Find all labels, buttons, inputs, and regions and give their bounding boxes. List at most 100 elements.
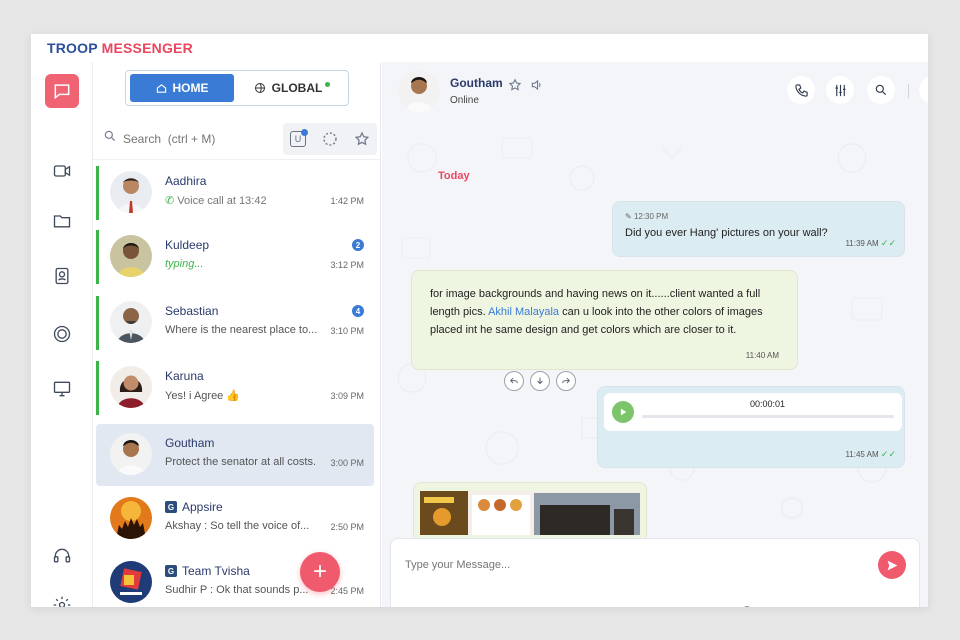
globe-icon [254,83,265,93]
tab-home[interactable]: HOME [130,74,234,102]
edited-time: 12:30 PM [633,212,669,221]
date-divider: Today [438,170,470,182]
dashed-circle-icon [323,132,337,146]
star-icon [354,131,370,146]
call-button[interactable] [787,76,815,104]
chat-row-appsire[interactable]: G Appsire Akshay : So tell the voice of..… [96,488,374,550]
chat-time: 3:10 PM [330,326,364,336]
chat-time: 3:00 PM [330,458,364,468]
chat-name: G Team Tvisha [165,564,250,578]
group-icon: G [165,565,177,577]
chat-row-kuldeep[interactable]: Kuldeep typing... 2 3:12 PM [96,226,374,288]
video-message-button[interactable] [854,603,874,607]
reply-button[interactable] [504,371,524,391]
unread-filter-button[interactable]: U [289,129,308,148]
bold-icon: B [496,605,505,607]
message-time: 11:45 AM ✓✓ [845,449,896,460]
tab-global[interactable]: GLOBAL [242,74,342,102]
split-button[interactable] [804,603,824,607]
avatar [110,433,152,475]
brand-logo: TROOP MESSENGER [47,40,193,56]
send-button[interactable] [878,551,906,579]
chat-time: 1:42 PM [330,196,364,206]
contact-name: Goutham [450,76,503,90]
download-button[interactable] [530,371,550,391]
image-message-bubble[interactable] [413,482,647,542]
reply-icon [509,377,518,384]
plus-icon: + [312,558,327,585]
avatar [110,497,152,539]
contact-avatar[interactable] [398,70,440,112]
chat-preview-text: Voice call at 13:42 [177,195,267,207]
message-bubble-outgoing[interactable]: ✎ 12:30 PM Did you ever Hang' pictures o… [612,201,905,257]
chat-name: Kuldeep [165,238,210,252]
chat-icon[interactable] [45,74,79,108]
chat-name: Sebastian [165,304,219,318]
forward-button[interactable] [556,371,576,391]
headset-icon[interactable] [45,539,79,573]
mic-button[interactable] [882,603,902,607]
unread-count-badge: 2 [352,239,364,251]
target-icon [744,606,750,607]
underline-button[interactable]: U [537,603,557,608]
folder-icon[interactable] [45,204,79,238]
play-button[interactable] [612,401,634,423]
chat-preview: Yes! i Agree 👍 [165,390,241,402]
new-chat-button[interactable]: + [300,552,340,592]
message-text: Did you ever Hang' pictures on your wall… [625,227,828,239]
video-icon[interactable] [45,154,79,188]
read-receipt-icon: ✓✓ [880,449,896,459]
chat-name-text: Team Tvisha [182,564,250,578]
filter-group: U [283,123,377,155]
strikethrough-button[interactable]: € [566,603,586,608]
more-button[interactable] [919,76,928,104]
search-icon [875,84,887,96]
group-icon: G [165,501,177,513]
message-input[interactable] [405,555,845,575]
attach-button[interactable] [411,603,431,607]
chat-row-goutham[interactable]: Goutham Protect the senator at all costs… [96,424,374,486]
bold-button[interactable]: B [490,603,510,607]
status-filter-button[interactable] [321,130,339,148]
message-composer: B I U € [390,538,920,607]
audio-duration: 00:00:01 [750,399,786,409]
forward-icon [562,377,571,384]
microphone-icon [891,606,893,607]
settings-button[interactable] [826,76,854,104]
message-time: 11:39 AM ✓✓ [845,238,896,249]
starred-filter-button[interactable] [353,130,371,148]
monitor-icon[interactable] [45,372,79,406]
circle-icon[interactable] [45,317,79,351]
chat-row-aadhira[interactable]: Aadhira ✆ Voice call at 13:42 1:42 PM [96,162,374,224]
code-button[interactable] [772,603,792,607]
avatar [110,561,152,603]
code-icon [774,605,790,607]
message-text: for image backgrounds and having news on… [430,285,780,339]
mention-link[interactable]: Akhil Malayala [488,306,559,318]
audio-message-bubble[interactable]: 00:00:01 11:45 AM ✓✓ [597,386,905,468]
chat-row-karuna[interactable]: Karuna Yes! i Agree 👍 3:09 PM [96,357,374,419]
star-icon[interactable] [508,78,522,92]
location-button[interactable] [683,603,703,607]
speaker-icon[interactable] [530,78,544,92]
emoji-button[interactable] [443,603,463,607]
search-input[interactable] [123,130,273,148]
chat-name: Aadhira [165,174,207,188]
settings-icon[interactable] [45,588,79,607]
search-button[interactable] [867,76,895,104]
italic-button[interactable]: I [513,603,533,607]
message-bubble-incoming[interactable]: for image backgrounds and having news on… [411,270,798,370]
emoji-icon [451,606,455,607]
avatar [110,235,152,277]
unread-indicator [96,166,99,220]
contacts-icon[interactable] [45,259,79,293]
chat-row-sebastian[interactable]: Sebastian Where is the nearest place to.… [96,292,374,354]
sliders-icon [835,84,845,96]
composer-toolbar: B I U € [391,601,921,607]
record-button[interactable] [737,603,757,607]
shared-image[interactable] [420,491,640,535]
gesture-button[interactable] [648,603,668,607]
audio-progress-track[interactable] [642,415,894,418]
split-icon [806,605,822,607]
header-divider [908,84,909,98]
